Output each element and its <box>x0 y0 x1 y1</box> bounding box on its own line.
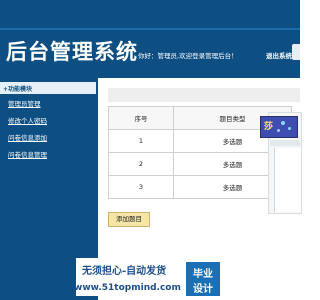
cell-number: 3 <box>108 175 174 199</box>
sidebar-item-password[interactable]: 修改个人密码 <box>8 115 47 125</box>
sidebar-item-survey-manage[interactable]: 问卷信息管理 <box>8 149 47 159</box>
sidebar-section-title: +功能模块 <box>3 86 33 93</box>
header-highlight <box>0 28 300 30</box>
sparkle-icon <box>277 129 280 132</box>
app-title: 后台管理系统 <box>6 40 138 64</box>
side-panel-bar <box>270 140 300 146</box>
sidebar-item-admin[interactable]: 管理员管理 <box>8 98 41 108</box>
widget-glyph: 莎 <box>264 122 274 132</box>
column-header-number: 序号 <box>108 106 174 130</box>
content-toolbar-strip <box>108 88 300 102</box>
sidebar-section-header[interactable]: +功能模块 <box>0 82 96 94</box>
logout-link[interactable]: 退出系统 <box>266 50 292 60</box>
header-side-button[interactable] <box>292 44 300 60</box>
badge-text-bottom: 设计 <box>193 284 213 295</box>
sparkle-icon <box>281 121 285 125</box>
watermark-url: www.51topmind.com <box>74 283 181 293</box>
side-panel-body <box>274 148 301 212</box>
table-row[interactable]: 3 多选题 <box>108 175 292 199</box>
cell-number: 2 <box>108 152 174 176</box>
welcome-text: 你好：管理员,欢迎登录管理后台！ <box>138 52 238 60</box>
add-question-button[interactable]: 添加题目 <box>108 212 150 227</box>
cell-number: 1 <box>108 129 174 153</box>
badge-text-top: 毕业 <box>193 269 213 280</box>
sidebar-item-survey-add[interactable]: 问卷信息添加 <box>8 132 47 142</box>
watermark-badge: 毕业 设计 <box>186 262 220 296</box>
watermark-slogan: 无须担心-自动发货 <box>82 266 167 277</box>
sparkle-icon <box>288 127 291 130</box>
floating-widget[interactable]: 莎 <box>260 116 298 138</box>
table-row[interactable]: 2 多选题 <box>108 152 292 176</box>
